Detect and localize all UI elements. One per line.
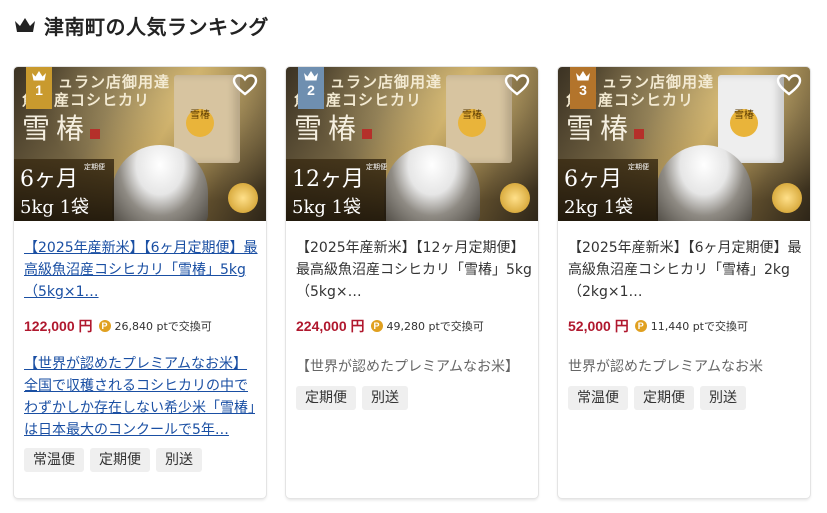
product-title-link[interactable]: 【2025年産新米】【6ヶ月定期便】最高級魚沼産コシヒカリ「雪椿」5kg（5kg… <box>24 237 260 303</box>
brand-name: 雪椿 <box>566 112 635 145</box>
product-title-link[interactable]: 【2025年産新米】【6ヶ月定期便】最高級魚沼産コシヒカリ「雪椿」2kg（2kg… <box>568 237 804 303</box>
tag: 別送 <box>156 448 202 472</box>
point-coin-icon: P <box>634 320 647 332</box>
rank-number: 2 <box>307 82 315 98</box>
crown-icon <box>15 18 35 32</box>
rank-number: 1 <box>35 82 43 98</box>
plan-term: 6ヶ月 <box>564 167 622 192</box>
brand-name: 雪椿 <box>294 112 363 145</box>
rice-bag-image: 雪椿 <box>718 75 784 163</box>
crown-icon <box>304 71 318 81</box>
crown-icon <box>32 71 46 81</box>
point-coin-icon: P <box>370 320 383 332</box>
award-medal-icon <box>772 183 802 213</box>
product-description: 世界が認めたプレミアムなお米 <box>568 359 764 375</box>
product-card[interactable]: 雪椿 ュラン店御用達 魚沼産コシヒカリ 雪椿 6ヶ月 定期便 2kg 1袋 3 … <box>558 67 810 498</box>
plan-amount: 5kg 1袋 <box>20 197 90 218</box>
rank-number: 3 <box>579 82 587 98</box>
product-card[interactable]: 雪椿 ュラン店御用達 魚沼産コシヒカリ 雪椿 12ヶ月 定期便 5kg 1袋 2… <box>286 67 538 498</box>
plan-box: 12ヶ月 定期便 5kg 1袋 <box>286 159 387 221</box>
plan-term: 6ヶ月 <box>20 167 78 192</box>
product-image[interactable]: 雪椿 ュラン店御用達 魚沼産コシヒカリ 雪椿 12ヶ月 定期便 5kg 1袋 2 <box>286 67 538 221</box>
brand-name: 雪椿 <box>22 112 91 145</box>
rice-bag-image: 雪椿 <box>174 75 240 163</box>
tag: 定期便 <box>634 386 694 410</box>
tag: 常温便 <box>568 386 628 410</box>
product-description-link[interactable]: 【世界が認めたプレミアムなお米】全国で収穫されるコシヒカリの中でわずかしか存在し… <box>24 353 260 441</box>
points-text: 26,840 ptで交換可 <box>114 320 212 333</box>
product-image[interactable]: 雪椿 ュラン店御用達 魚沼産コシヒカリ 雪椿 6ヶ月 定期便 2kg 1袋 3 <box>558 67 810 221</box>
tag: 定期便 <box>90 448 150 472</box>
price-row: 52,000 円 P 11,440 ptで交換可 <box>568 317 748 335</box>
point-coin-icon: P <box>98 320 111 332</box>
award-medal-icon <box>228 183 258 213</box>
plan-term: 12ヶ月 <box>292 167 364 192</box>
tag: 常温便 <box>24 448 84 472</box>
award-medal-icon <box>500 183 530 213</box>
tag-list: 定期便 別送 <box>296 386 408 410</box>
tag-list: 常温便 定期便 別送 <box>24 448 202 472</box>
tag-list: 常温便 定期便 別送 <box>568 386 746 410</box>
plan-label: 定期便 <box>84 163 105 171</box>
plan-label: 定期便 <box>366 163 387 171</box>
seal-stamp <box>634 129 644 139</box>
price: 52,000 円 <box>568 318 629 334</box>
seal-stamp <box>90 129 100 139</box>
plan-box: 6ヶ月 定期便 2kg 1袋 <box>558 159 658 221</box>
tag: 別送 <box>700 386 746 410</box>
points-text: 49,280 ptで交換可 <box>386 320 484 333</box>
product-card[interactable]: 雪椿 ュラン店御用達 魚沼産コシヒカリ 雪椿 6ヶ月 定期便 5kg 1袋 1 … <box>14 67 266 498</box>
rank-badge: 2 <box>298 67 324 109</box>
ranking-heading: 津南町の人気ランキング <box>14 10 269 40</box>
plan-label: 定期便 <box>628 163 649 171</box>
rank-badge: 3 <box>570 67 596 109</box>
crown-icon <box>576 71 590 81</box>
tag: 別送 <box>362 386 408 410</box>
rice-bag-image: 雪椿 <box>446 75 512 163</box>
product-title-link[interactable]: 【2025年産新米】【12ヶ月定期便】最高級魚沼産コシヒカリ「雪椿」5kg（5k… <box>296 237 532 303</box>
plan-amount: 5kg 1袋 <box>292 197 362 218</box>
price: 122,000 円 <box>24 318 93 334</box>
points-text: 11,440 ptで交換可 <box>650 320 748 333</box>
section-title: 津南町の人気ランキング <box>44 14 269 39</box>
tag: 定期便 <box>296 386 356 410</box>
price-row: 224,000 円 P 49,280 ptで交換可 <box>296 317 484 335</box>
product-description: 【世界が認めたプレミアムなお米】 <box>296 359 520 375</box>
heart-icon[interactable] <box>776 73 802 97</box>
product-image[interactable]: 雪椿 ュラン店御用達 魚沼産コシヒカリ 雪椿 6ヶ月 定期便 5kg 1袋 1 <box>14 67 266 221</box>
price: 224,000 円 <box>296 318 365 334</box>
heart-icon[interactable] <box>504 73 530 97</box>
price-row: 122,000 円 P 26,840 ptで交換可 <box>24 317 212 335</box>
seal-stamp <box>362 129 372 139</box>
plan-amount: 2kg 1袋 <box>564 197 634 218</box>
plan-box: 6ヶ月 定期便 5kg 1袋 <box>14 159 114 221</box>
heart-icon[interactable] <box>232 73 258 97</box>
rank-badge: 1 <box>26 67 52 109</box>
